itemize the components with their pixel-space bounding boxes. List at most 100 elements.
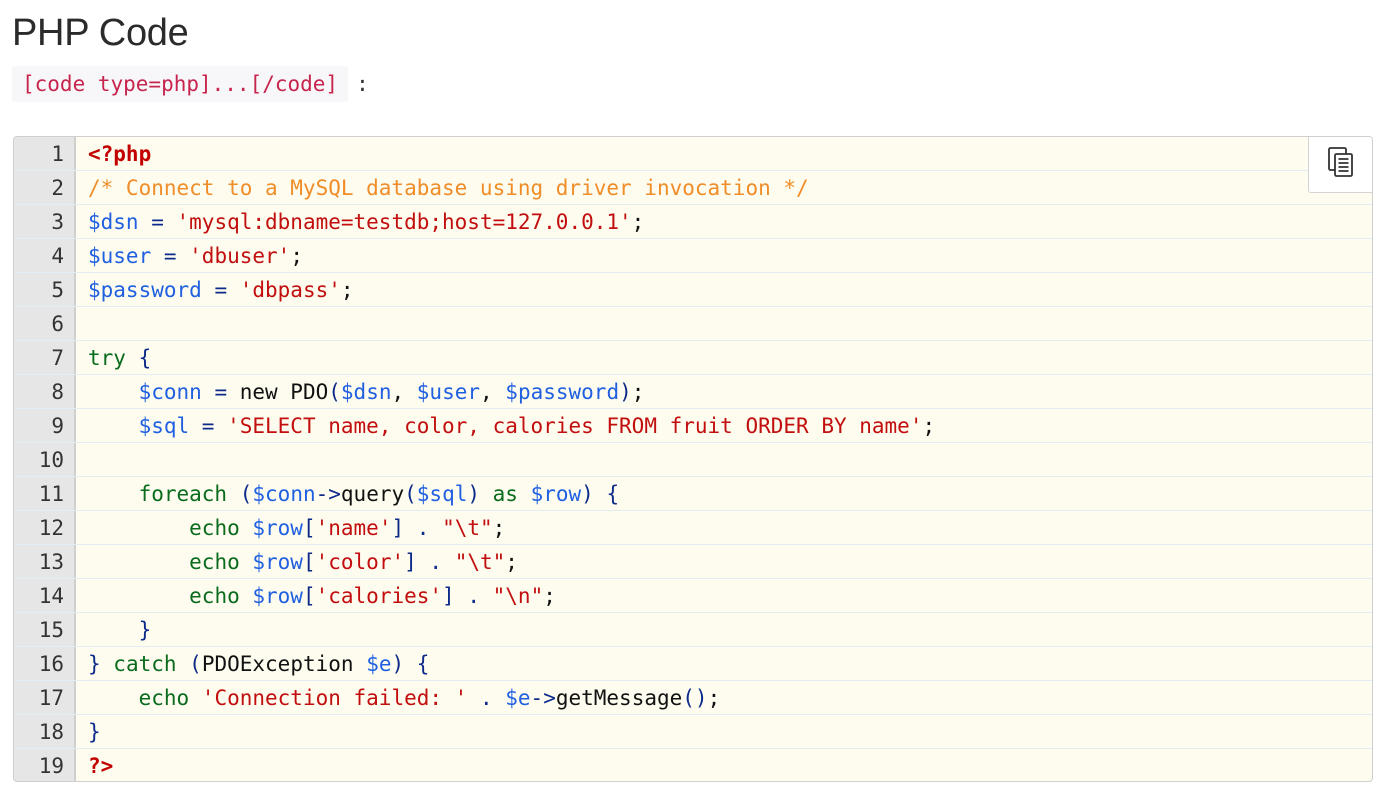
line-number: 13 (38, 549, 64, 574)
code-line: 8 $conn = new PDO($dsn, $user, $password… (14, 375, 1372, 409)
code-token: [ (302, 549, 316, 574)
code-lines: 1 <?php 2 /* Connect to a MySQL database us… (14, 137, 1372, 781)
line-number: 19 (38, 754, 64, 778)
code-token: $sql (416, 481, 468, 506)
code-line: 12 echo $row['name'] . "\t"; (14, 511, 1372, 545)
line-number: 5 (51, 277, 64, 302)
line-number: 11 (38, 481, 64, 506)
code-token: $conn (138, 379, 202, 404)
code-token: () (682, 685, 708, 710)
line-text: $user = 'dbuser'; (76, 244, 303, 268)
code-line: 1 <?php (14, 137, 1372, 171)
code-token: ; (290, 243, 303, 268)
code-line: 9 $sql = 'SELECT name, color, calories F… (14, 409, 1372, 443)
code-token: getMessage (555, 685, 683, 710)
code-token: = (201, 277, 240, 302)
code-token: [ (302, 515, 316, 540)
code-token: ] (391, 515, 405, 540)
code-token: $row (252, 515, 303, 540)
code-token: = (189, 413, 228, 438)
code-token: try (88, 345, 126, 370)
line-number: 17 (38, 685, 64, 710)
usage-suffix: : (356, 72, 369, 96)
code-line: 17 echo 'Connection failed: ' . $e->getM… (14, 681, 1372, 715)
code-token: echo (138, 685, 202, 710)
code-token: $password (505, 379, 620, 404)
line-text: $conn = new PDO($dsn, $user, $password); (76, 379, 645, 404)
page-title: PHP Code (12, 12, 189, 54)
code-token: . (416, 549, 455, 574)
line-text: foreach ($conn->query($sql) as $row) { (76, 481, 620, 506)
copy-button[interactable] (1308, 137, 1372, 193)
code-token: = (138, 209, 177, 234)
line-number: 3 (51, 209, 64, 234)
code-token: $dsn (88, 209, 139, 234)
line-text: echo 'Connection failed: ' . $e->getMess… (76, 685, 721, 710)
code-token: 'Connection failed: ' (201, 685, 468, 710)
code-line: 4 $user = 'dbuser'; (14, 239, 1372, 273)
code-token: } (138, 617, 152, 642)
code-token: $e (505, 685, 531, 710)
code-token: . (467, 685, 506, 710)
code-token: ; (922, 413, 936, 438)
code-token: "\n" (492, 583, 544, 608)
code-token: ; (543, 583, 556, 608)
code-token: ) (467, 481, 481, 506)
code-token: ) { (581, 481, 620, 506)
code-token: $e (366, 651, 392, 676)
code-token: 'name' (315, 515, 392, 540)
code-line: 2 /* Connect to a MySQL database using dr… (14, 171, 1372, 205)
code-token: . (404, 515, 443, 540)
usage-hint: [code type=php]...[/code] : (12, 66, 369, 102)
code-token: = (201, 379, 240, 404)
line-number: 14 (38, 583, 64, 608)
code-token: /* Connect to a MySQL database using dri… (88, 175, 809, 200)
code-token: ( (189, 651, 202, 676)
line-number: 6 (51, 311, 64, 336)
line-number: 15 (38, 617, 64, 642)
code-token: . (454, 583, 493, 608)
code-token: 'color' (315, 549, 405, 574)
code-token: ?> (88, 754, 114, 778)
code-line: 18} (14, 715, 1372, 749)
code-line: 13 echo $row['color'] . "\t"; (14, 545, 1372, 579)
code-token: echo (189, 515, 253, 540)
code-token: ( (227, 481, 253, 506)
code-token: [ (302, 583, 316, 608)
code-token: 'calories' (315, 583, 443, 608)
code-token: ; (492, 515, 506, 540)
line-text: ?> (76, 754, 113, 778)
code-line: 5 $password = 'dbpass'; (14, 273, 1372, 307)
code-token: <?php (88, 141, 152, 166)
line-text: try { (76, 346, 151, 370)
line-text: <?php (76, 142, 151, 166)
code-token: foreach (138, 481, 228, 506)
code-token: $user (88, 243, 152, 268)
line-number: 8 (51, 379, 64, 404)
code-line: 19 ?> (14, 749, 1372, 781)
line-text: } (76, 617, 152, 642)
usage-code: [code type=php]...[/code] (12, 66, 349, 102)
line-text: } (76, 720, 101, 744)
code-token: PDOException (201, 651, 367, 676)
code-line: 3 $dsn = 'mysql:dbname=testdb;host=127.0.… (14, 205, 1372, 239)
code-token: ) { (391, 651, 430, 676)
code-token: 'dbpass' (239, 277, 341, 302)
line-number: 1 (51, 141, 64, 166)
line-number: 10 (38, 447, 64, 472)
code-token: $row (252, 549, 303, 574)
line-text: echo $row['calories'] . "\n"; (76, 584, 556, 608)
code-token: ; (340, 277, 354, 302)
line-text: } catch (PDOException $e) { (76, 652, 429, 676)
code-token: 'dbuser' (189, 243, 291, 268)
line-text: echo $row['name'] . "\t"; (76, 516, 505, 540)
code-line: 10 (14, 443, 1372, 477)
copy-icon (1326, 146, 1356, 183)
code-token: $password (88, 277, 202, 302)
code-token: $dsn (340, 379, 392, 404)
line-number: 4 (51, 243, 64, 268)
